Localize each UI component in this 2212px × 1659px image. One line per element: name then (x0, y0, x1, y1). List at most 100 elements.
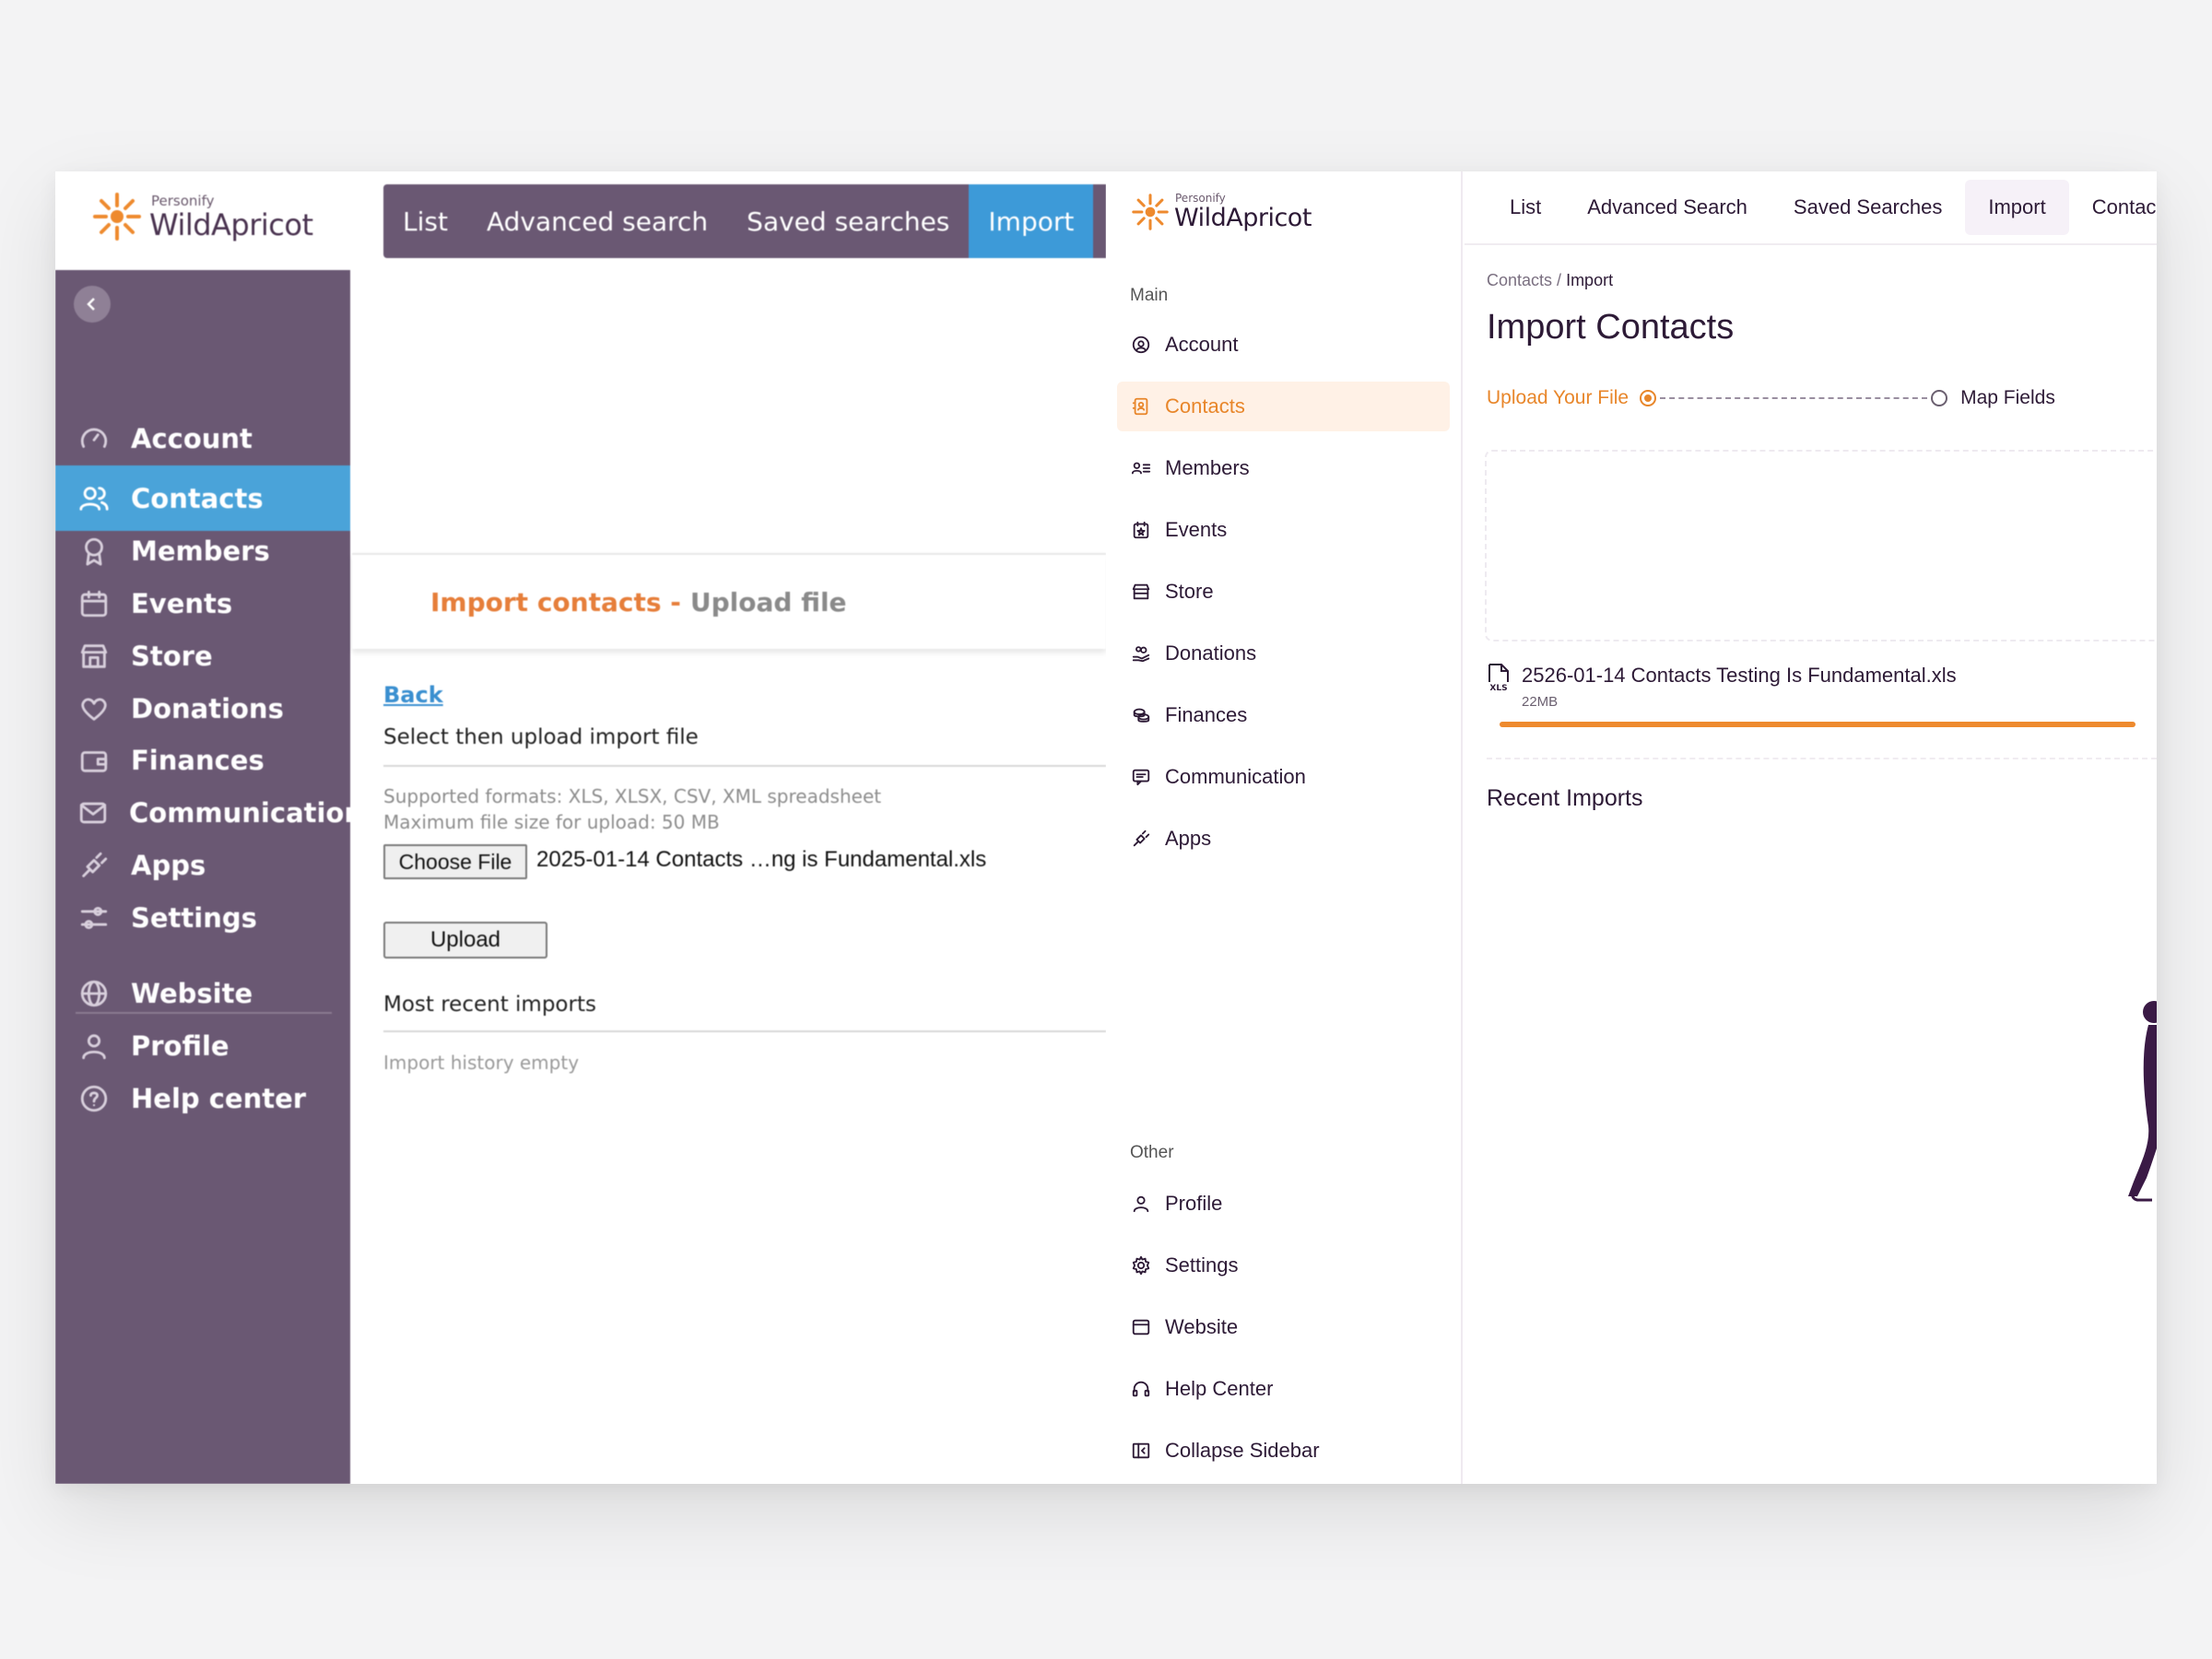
old-sidebar-icon (77, 796, 109, 830)
section-other-label: Other (1130, 1143, 1174, 1162)
sidebar-icon (1130, 1254, 1152, 1277)
sidebar-item-settings[interactable]: Settings (1117, 1241, 1450, 1290)
old-sidebar-label: Donations (131, 692, 284, 724)
old-sidebar-icon (77, 1082, 111, 1115)
sidebar-item-profile[interactable]: Profile (1117, 1179, 1450, 1229)
heart-icon (81, 697, 107, 721)
tab-list[interactable]: List (1487, 180, 1564, 235)
sidebar-icon (1130, 334, 1152, 356)
back-link[interactable]: Back (383, 682, 443, 708)
sidebar-item-donations[interactable]: Donations (1117, 629, 1450, 678)
new-sidebar: Personify WildApricot Main Account Contac… (1106, 171, 1463, 1484)
users-icon (79, 486, 109, 511)
brand-name: WildApricot (1174, 204, 1312, 232)
old-page-subtitle: Upload file (689, 586, 847, 618)
sidebar-item-store[interactable]: Store (1117, 567, 1450, 617)
choose-file-button[interactable]: Choose File (383, 844, 527, 879)
sidebar-item-label: Settings (1165, 1253, 1239, 1277)
sidebar-item-label: Finances (1165, 703, 1248, 726)
badge-icon (85, 537, 103, 566)
collapse-button[interactable] (74, 286, 111, 323)
breadcrumb-current: Import (1566, 271, 1614, 289)
person-icon (1133, 1195, 1149, 1213)
old-sidebar-label: Website (131, 977, 253, 1009)
import-history-empty: Import history empty (383, 1052, 580, 1074)
import-stepper: Upload Your File Map Fields (1487, 387, 2055, 409)
sliders-icon (80, 906, 108, 929)
old-sidebar-item-help-center[interactable]: Help center (55, 1065, 350, 1131)
old-sidebar-icon (77, 422, 111, 455)
old-tab-list[interactable]: List (383, 184, 467, 258)
coins-icon (1133, 708, 1150, 723)
sidebar-item-label: Events (1165, 518, 1228, 541)
old-tab-advanced-search[interactable]: Advanced search (467, 184, 727, 258)
sidebar-item-events[interactable]: Events (1117, 505, 1450, 555)
sidebar-icon (1130, 457, 1152, 479)
sidebar-item-account[interactable]: Account (1117, 320, 1450, 370)
sidebar-icon (1130, 1440, 1152, 1462)
file-dropzone[interactable] (1485, 450, 2157, 641)
old-sidebar: Personify WildApricot Account Contacts Mem… (55, 171, 363, 1484)
old-sidebar-label: Account (131, 422, 253, 454)
tab-contac[interactable]: Contac (2069, 180, 2157, 235)
sidebar-item-label: Members (1165, 456, 1250, 479)
old-sidebar-icon (77, 977, 111, 1010)
old-sidebar-icon (77, 535, 111, 568)
hand-donation-icon (1132, 646, 1150, 663)
sidebar-item-members[interactable]: Members (1117, 443, 1450, 493)
old-sidebar-icon (77, 849, 111, 882)
sidebar-item-apps[interactable]: Apps (1117, 814, 1450, 864)
chevron-left-icon (87, 298, 95, 311)
old-logo[interactable]: Personify WildApricot (90, 190, 313, 243)
upload-progress-bar (1500, 722, 2136, 727)
sidebar-item-label: Contacts (1165, 394, 1245, 418)
page-title: Import Contacts (1487, 308, 1735, 347)
chosen-file-name: 2025-01-14 Contacts …ng is Fundamental.x… (536, 847, 987, 872)
old-sidebar-label: Settings (131, 901, 257, 934)
old-tab-saved-searches[interactable]: Saved searches (727, 184, 969, 258)
tab-import[interactable]: Import (1965, 180, 2069, 235)
gear-icon (1132, 1255, 1150, 1276)
sidebar-icon (1130, 581, 1152, 603)
new-ui: Personify WildApricot Main Account Contac… (1106, 171, 2157, 1484)
select-upload-label: Select then upload import file (383, 725, 699, 749)
sidebar-item-communication[interactable]: Communication (1117, 752, 1450, 802)
account-circle-icon (1132, 335, 1150, 354)
old-sidebar-label: Store (131, 640, 213, 672)
step-connector (1660, 397, 1928, 399)
breadcrumb-parent[interactable]: Contacts (1487, 271, 1552, 289)
sidebar-item-finances[interactable]: Finances (1117, 690, 1450, 740)
recent-imports-title: Most recent imports (383, 993, 596, 1017)
upload-button[interactable]: Upload (383, 922, 547, 959)
brand-small: Personify (151, 193, 215, 209)
sidebar-item-help-center[interactable]: Help Center (1117, 1364, 1450, 1414)
xls-file-icon: XLS (1488, 664, 1509, 691)
tab-advanced-search[interactable]: Advanced Search (1564, 180, 1771, 235)
old-ui: Personify WildApricot Account Contacts Mem… (55, 171, 1106, 1484)
sidebar-icon (1130, 1316, 1152, 1338)
plug-icon (82, 852, 108, 877)
new-logo[interactable]: Personify WildApricot (1130, 192, 1312, 232)
sidebar-item-label: Apps (1165, 827, 1212, 850)
old-sidebar-item-settings[interactable]: Settings (55, 885, 350, 950)
sidebar-icon (1130, 519, 1152, 541)
storefront-icon (1132, 583, 1150, 600)
old-tab-co[interactable]: Co (1093, 184, 1106, 258)
file-type-label: XLS (1489, 684, 1507, 691)
old-sidebar-icon (77, 744, 111, 777)
tab-saved-searches[interactable]: Saved Searches (1771, 180, 1965, 235)
comparison-frame: Personify WildApricot Account Contacts Mem… (55, 171, 2157, 1484)
sidebar-item-contacts[interactable]: Contacts (1117, 382, 1450, 431)
plug-icon (1133, 830, 1150, 847)
old-sidebar-label: Help center (131, 1082, 307, 1114)
collapse-sidebar-icon (1132, 1442, 1150, 1459)
old-sidebar-item-account[interactable]: Account (55, 406, 350, 471)
sidebar-icon (1130, 766, 1152, 788)
sidebar-item-website[interactable]: Website (1117, 1302, 1450, 1352)
new-tab-bar: List Advanced Search Saved Searches Import C… (1465, 171, 2157, 245)
sidebar-item-collapse-sidebar[interactable]: Collapse Sidebar (1117, 1426, 1450, 1476)
store-icon (80, 643, 108, 668)
sidebar-icon (1130, 704, 1152, 726)
old-sidebar-icon (77, 692, 111, 725)
old-tab-import[interactable]: Import (969, 184, 1094, 258)
